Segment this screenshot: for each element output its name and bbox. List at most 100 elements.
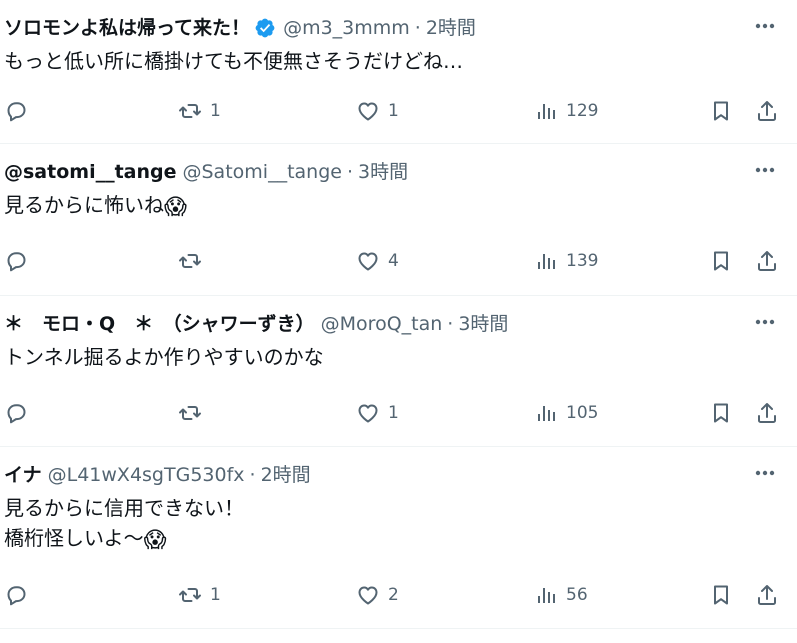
tweet[interactable]: ＊ モロ・Q ＊ （シャワーずき） @MoroQ_tan · 3時間 トンネル掘… — [0, 296, 797, 447]
timestamp[interactable]: 3時間 — [458, 310, 508, 338]
separator-dot: · — [447, 313, 454, 335]
more-dots-icon[interactable] — [751, 16, 779, 36]
bar-chart-icon — [538, 406, 555, 421]
scream-emoji: 😱 — [143, 528, 167, 553]
retweet-count: 1 — [210, 585, 221, 605]
reply-button[interactable] — [4, 243, 36, 279]
views-button[interactable]: 56 — [534, 577, 588, 613]
display-name[interactable]: ソロモンよ私は帰って来た！ — [4, 14, 250, 42]
bookmark-icon — [714, 251, 728, 271]
heart-icon — [358, 404, 378, 423]
reply-button[interactable] — [4, 395, 36, 431]
tweet-header: @satomi__tange @Satomi__tange · 3時間 — [4, 158, 737, 186]
separator-dot: · — [414, 17, 421, 39]
views-button[interactable]: 139 — [534, 243, 598, 279]
timestamp[interactable]: 2時間 — [261, 461, 311, 489]
reply-button[interactable] — [4, 93, 36, 129]
reply-feed: ソロモンよ私は帰って来た！ @m3_3mmm · 2時間 もっと低い所に橋掛けて… — [0, 0, 797, 643]
share-button[interactable] — [755, 395, 779, 431]
tweet[interactable]: ソロモンよ私は帰って来た！ @m3_3mmm · 2時間 もっと低い所に橋掛けて… — [0, 0, 797, 144]
view-count: 139 — [566, 251, 599, 271]
verified-badge-icon — [255, 18, 275, 38]
like-button[interactable]: 1 — [356, 395, 399, 431]
heart-icon — [358, 102, 378, 121]
timestamp[interactable]: 3時間 — [358, 158, 408, 186]
reply-bubble-icon — [7, 586, 26, 606]
tweet-text-content: 見るからに信用できない！ 橋桁怪しいよ〜 — [4, 496, 244, 550]
like-button[interactable]: 2 — [356, 577, 399, 613]
share-upload-icon — [758, 403, 776, 423]
more-dots-icon[interactable] — [751, 463, 779, 483]
like-button[interactable]: 4 — [356, 243, 399, 279]
tweet-text: トンネル掘るよか作りやすいのかな — [4, 342, 777, 372]
bar-chart-icon — [538, 254, 555, 269]
bookmark-icon — [714, 403, 728, 423]
views-button[interactable]: 105 — [534, 395, 598, 431]
retweet-arrows-icon — [179, 588, 201, 602]
tweet-actions: 1 2 56 — [0, 577, 797, 613]
bar-chart-icon — [538, 588, 555, 603]
tweet-header: ソロモンよ私は帰って来た！ @m3_3mmm · 2時間 — [4, 14, 737, 42]
display-name[interactable]: ＊ モロ・Q ＊ （シャワーずき） — [4, 310, 315, 338]
retweet-arrows-icon — [179, 406, 201, 420]
tweet-actions: 1 1 129 — [0, 93, 797, 129]
like-count: 1 — [388, 101, 399, 121]
like-button[interactable]: 1 — [356, 93, 399, 129]
more-dots-icon[interactable] — [751, 160, 779, 180]
reply-button[interactable] — [4, 577, 36, 613]
share-button[interactable] — [755, 93, 779, 129]
share-upload-icon — [758, 585, 776, 605]
retweet-button[interactable] — [178, 395, 210, 431]
tweet-text: 見るからに怖いね😱 — [4, 190, 777, 220]
like-count: 4 — [388, 251, 399, 271]
retweet-count: 1 — [210, 101, 221, 121]
views-button[interactable]: 129 — [534, 93, 598, 129]
bookmark-icon — [714, 585, 728, 605]
tweet-header: イナ @L41wX4sgTG530fx · 2時間 — [4, 461, 737, 489]
view-count: 56 — [566, 585, 588, 605]
like-count: 1 — [388, 403, 399, 423]
view-count: 105 — [566, 403, 599, 423]
share-button[interactable] — [755, 243, 779, 279]
bookmark-button[interactable] — [709, 395, 733, 431]
tweet-text: 見るからに信用できない！ 橋桁怪しいよ〜😱 — [4, 493, 777, 553]
tweet-actions: 1 105 — [0, 395, 797, 431]
share-upload-icon — [758, 101, 776, 121]
retweet-arrows-icon — [179, 254, 201, 268]
bookmark-icon — [714, 101, 728, 121]
bar-chart-icon — [538, 104, 555, 119]
view-count: 129 — [566, 101, 599, 121]
reply-bubble-icon — [7, 252, 26, 272]
user-handle[interactable]: @m3_3mmm — [283, 14, 410, 42]
more-dots-icon[interactable] — [751, 312, 779, 332]
separator-dot: · — [249, 464, 256, 486]
user-handle[interactable]: @L41wX4sgTG530fx — [48, 461, 245, 489]
user-handle[interactable]: @MoroQ_tan — [321, 310, 443, 338]
separator-dot: · — [346, 161, 353, 183]
tweet[interactable]: @satomi__tange @Satomi__tange · 3時間 見るから… — [0, 144, 797, 296]
tweet-text-content: トンネル掘るよか作りやすいのかな — [4, 345, 324, 369]
tweet-actions: 4 139 — [0, 243, 797, 279]
retweet-button[interactable]: 1 — [178, 577, 221, 613]
scream-emoji: 😱 — [164, 195, 187, 220]
bookmark-button[interactable] — [709, 577, 733, 613]
retweet-button[interactable]: 1 — [178, 93, 221, 129]
retweet-button[interactable] — [178, 243, 210, 279]
bookmark-button[interactable] — [709, 243, 733, 279]
share-upload-icon — [758, 251, 776, 271]
like-count: 2 — [388, 585, 399, 605]
tweet-text-content: もっと低い所に橋掛けても不便無さそうだけどね… — [4, 49, 463, 73]
display-name[interactable]: イナ — [4, 461, 42, 489]
heart-icon — [358, 252, 378, 271]
reply-bubble-icon — [7, 404, 26, 424]
tweet-header: ＊ モロ・Q ＊ （シャワーずき） @MoroQ_tan · 3時間 — [4, 310, 737, 338]
tweet-text-content: 見るからに怖いね — [4, 193, 164, 217]
share-button[interactable] — [755, 577, 779, 613]
display-name[interactable]: @satomi__tange — [4, 158, 177, 186]
timestamp[interactable]: 2時間 — [426, 14, 476, 42]
user-handle[interactable]: @Satomi__tange — [183, 158, 342, 186]
retweet-arrows-icon — [179, 104, 201, 118]
bookmark-button[interactable] — [709, 93, 733, 129]
heart-icon — [358, 586, 378, 605]
tweet[interactable]: イナ @L41wX4sgTG530fx · 2時間 見るからに信用できない！ 橋… — [0, 447, 797, 629]
